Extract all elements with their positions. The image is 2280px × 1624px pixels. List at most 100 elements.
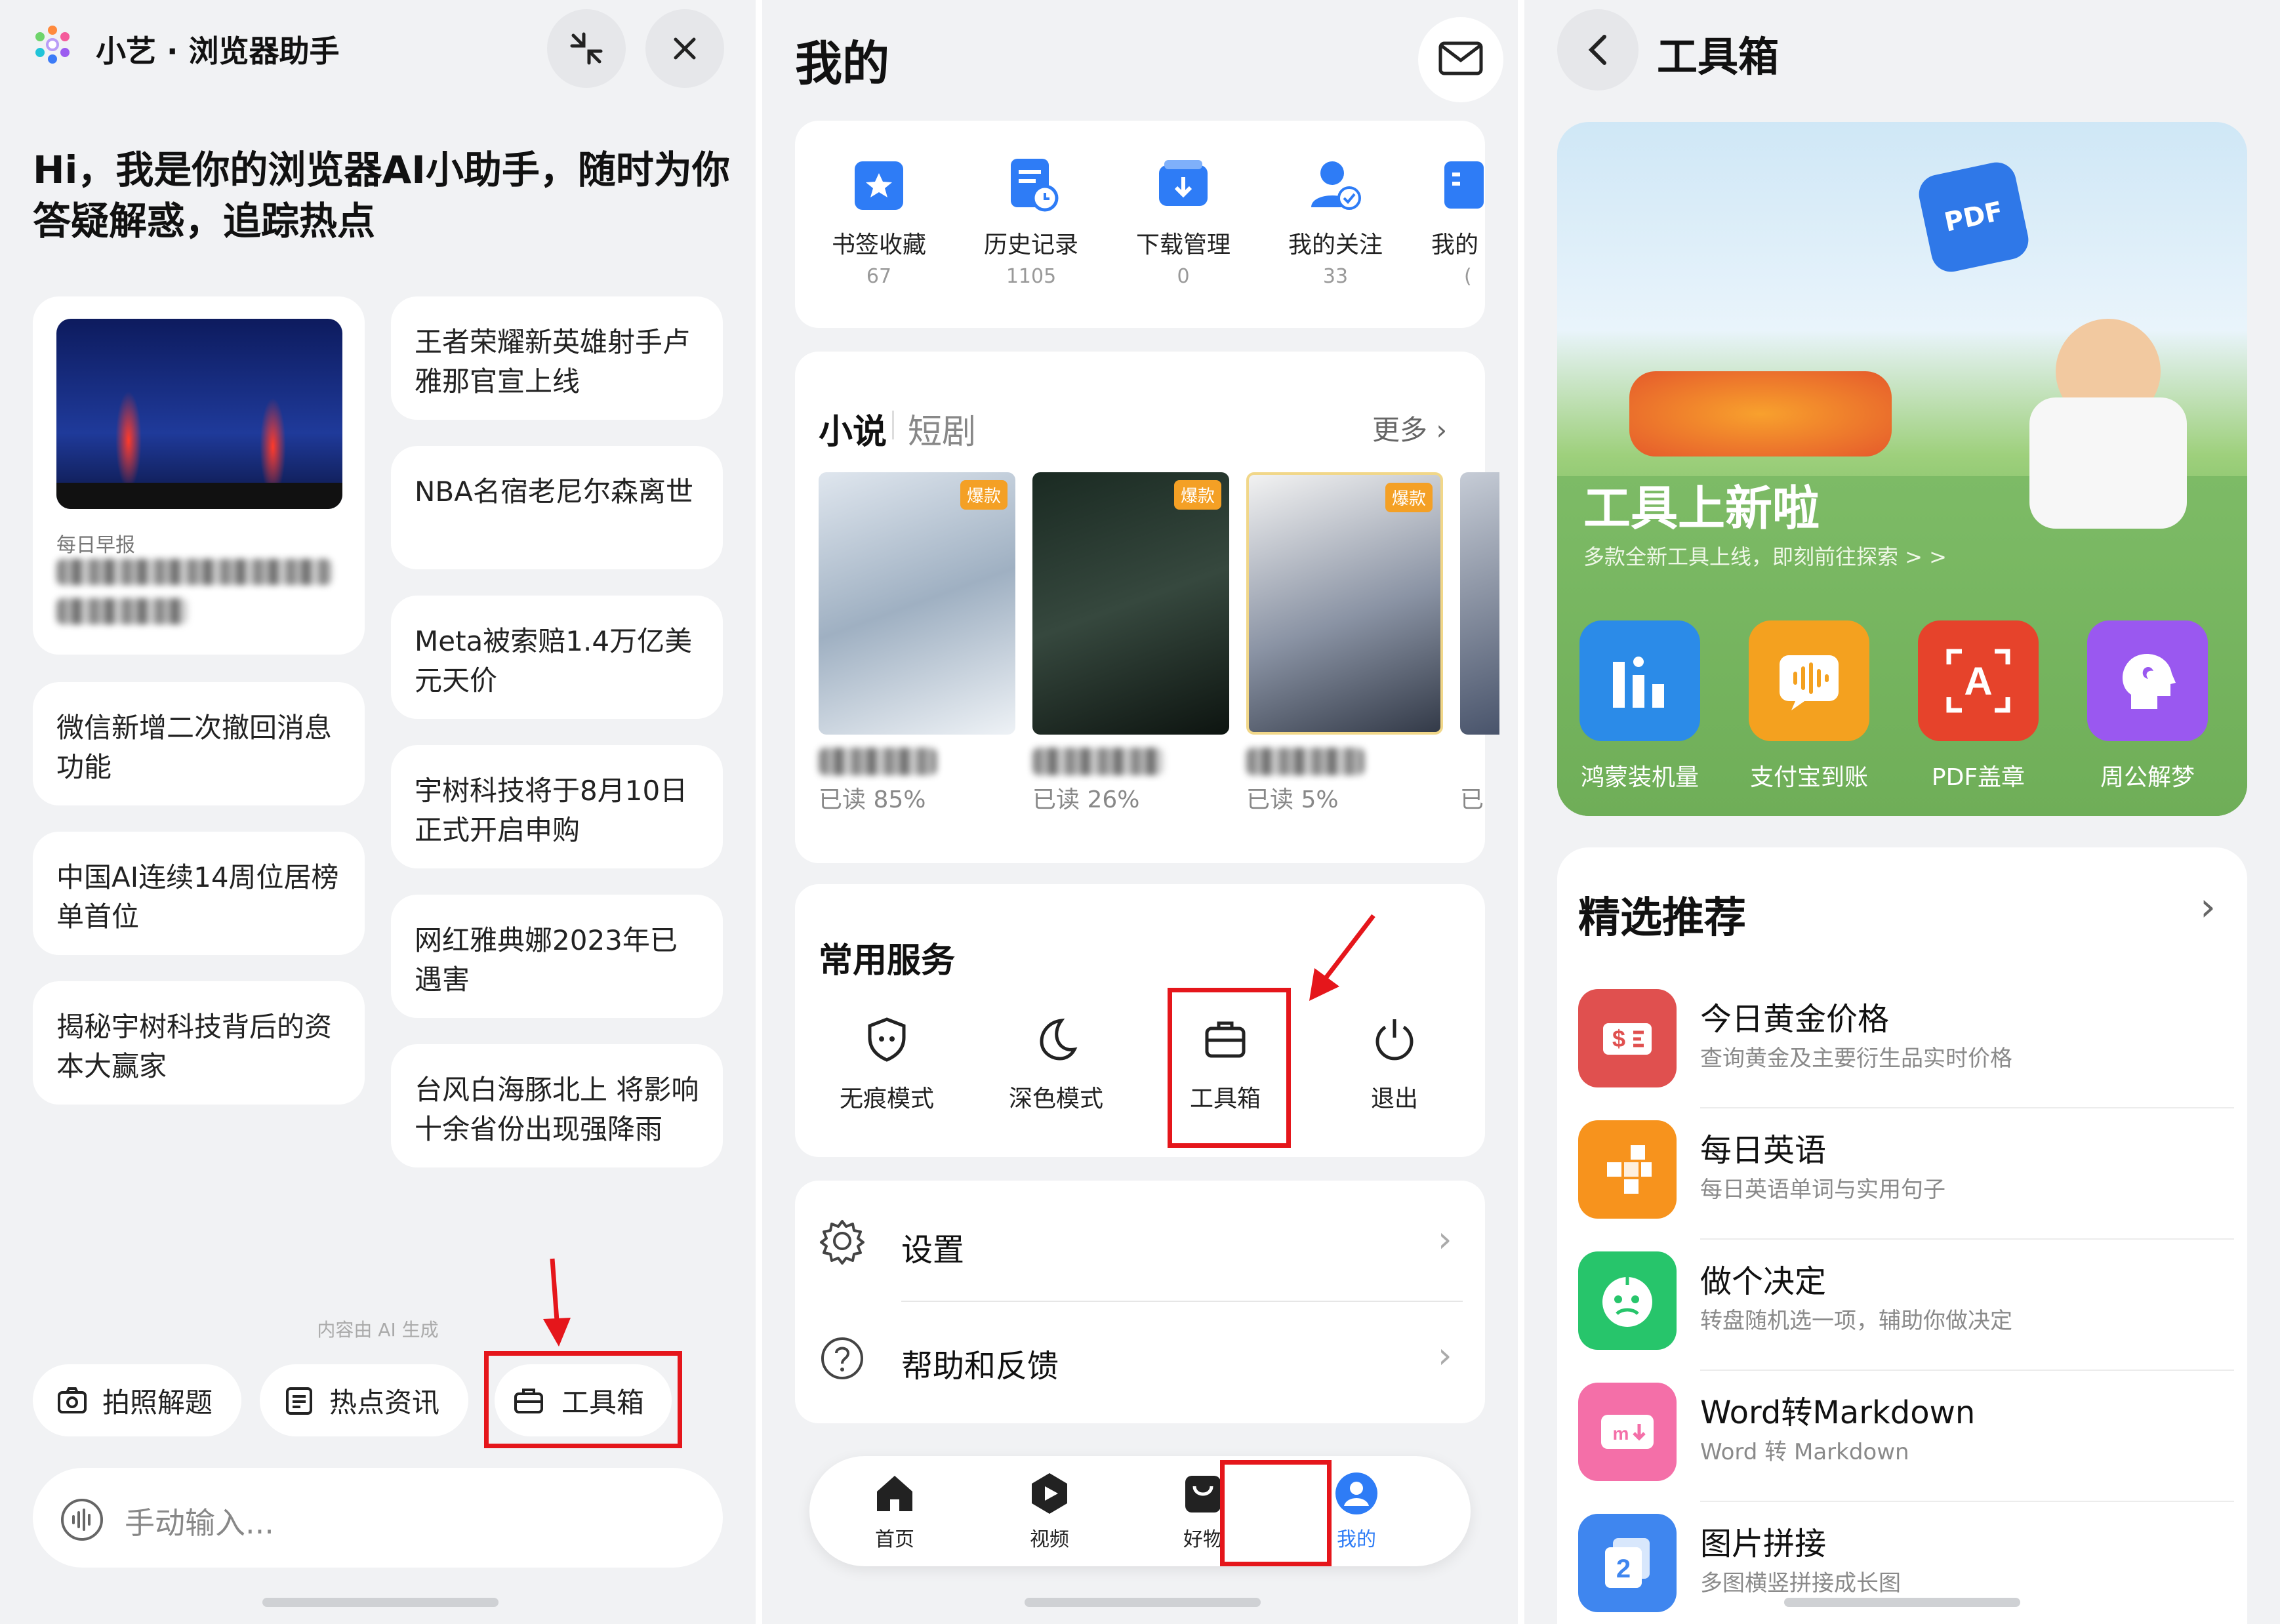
service-label: 退出	[1370, 1086, 1418, 1112]
read-progress: 已读 5%	[1246, 786, 1339, 813]
news-card[interactable]: Meta被索赔1.4万亿美元天价	[391, 596, 723, 719]
novel-cover: 爆款	[1246, 472, 1443, 735]
manual-input-field[interactable]: 手动输入...	[33, 1468, 723, 1568]
red-arrow-icon	[1309, 914, 1375, 1001]
hot-news-button[interactable]: 热点资讯	[260, 1364, 468, 1436]
quick-bookmarks[interactable]: 书签收藏 67	[813, 155, 945, 288]
close-button[interactable]	[645, 9, 724, 88]
messages-button[interactable]	[1418, 17, 1503, 102]
daily-report-image	[56, 319, 342, 509]
nav-home[interactable]: 首页	[849, 1471, 941, 1552]
services-title: 常用服务	[819, 941, 956, 981]
rec-item-decision[interactable]: 做个决定 转盘随机选一项，辅助你做决定	[1578, 1240, 2234, 1371]
banner-subtitle[interactable]: 多款全新工具上线，即刻前往探索 > >	[1583, 540, 1947, 571]
news-card[interactable]: 王者荣耀新英雄射手卢雅那官宣上线	[391, 296, 723, 420]
tool-pdf-stamp[interactable]: A PDF盖章	[1913, 620, 2044, 792]
more-link[interactable]: 更多 ›	[1372, 408, 1447, 448]
novel-cover	[1460, 472, 1499, 735]
quick-downloads[interactable]: 下载管理 0	[1118, 155, 1249, 288]
quick-count: 67	[866, 265, 892, 288]
tool-label: 鸿蒙装机量	[1580, 764, 1699, 791]
rec-subtitle: 查询黄金及主要衍生品实时价格	[1700, 1045, 2012, 1072]
tab-short-drama[interactable]: 短剧	[908, 404, 976, 453]
novel-item[interactable]: 爆款 已读 5%	[1246, 472, 1443, 815]
novel-item[interactable]: 爆款 已读 26%	[1032, 472, 1229, 815]
news-card[interactable]: 网红雅典娜2023年已遇害	[391, 895, 723, 1018]
rec-item-gold-price[interactable]: $ 今日黄金价格 查询黄金及主要衍生品实时价格	[1578, 977, 2234, 1108]
chevron-right-icon[interactable]: ›	[2200, 884, 2216, 930]
quick-count: 33	[1322, 265, 1349, 288]
camera-icon	[58, 1387, 87, 1413]
daily-report-card[interactable]: 每日早报	[33, 296, 365, 655]
highlight-box	[1168, 988, 1291, 1148]
quick-following[interactable]: 我的关注 33	[1270, 155, 1401, 288]
chevron-right-icon: ›	[1436, 414, 1448, 446]
news-title: 微信新增二次撤回消息功能	[56, 712, 333, 783]
menu-settings[interactable]: 设置 ›	[795, 1181, 1485, 1302]
back-arrow-icon	[1588, 35, 1606, 65]
home-indicator	[1784, 1598, 2020, 1607]
tool-label: 周公解梦	[2100, 764, 2195, 791]
rec-subtitle: 多图横竖拼接成长图	[1700, 1570, 1901, 1596]
quick-label: 历史记录	[983, 232, 1078, 258]
news-card[interactable]: 微信新增二次撤回消息功能	[33, 682, 365, 805]
ai-note: 内容由 AI 生成	[317, 1319, 439, 1341]
rec-item-daily-english[interactable]: 每日英语 每日英语单词与实用句子	[1578, 1108, 2234, 1240]
pdf-float-icon: PDF	[1915, 159, 2032, 275]
news-card[interactable]: 揭秘宇树科技背后的资本大赢家	[33, 981, 365, 1105]
news-title: NBA名宿老尼尔森离世	[415, 476, 693, 508]
history-icon	[1011, 159, 1059, 212]
input-placeholder: 手动输入...	[125, 1505, 274, 1541]
download-icon	[1159, 160, 1208, 206]
novel-item[interactable]: 爆款 已读 85%	[819, 472, 1015, 815]
hot-badge: 爆款	[960, 480, 1008, 510]
svg-text:2: 2	[1616, 1554, 1631, 1583]
news-title: 宇树科技将于8月10日正式开启申购	[415, 775, 688, 846]
mail-icon	[1438, 41, 1483, 75]
blurred-title	[1246, 748, 1364, 775]
tool-alipay-voice[interactable]: 支付宝到账	[1743, 620, 1875, 792]
video-play-icon	[1032, 1473, 1067, 1514]
back-button[interactable]	[1557, 9, 1639, 91]
promo-banner[interactable]: PDF 工具上新啦 多款全新工具上线，即刻前往探索 > > 鸿蒙装机量 支付宝到…	[1557, 122, 2247, 816]
nav-video[interactable]: 视频	[1004, 1471, 1095, 1552]
rec-subtitle: 转盘随机选一项，辅助你做决定	[1700, 1308, 2012, 1334]
voice-wave-icon	[1749, 620, 1869, 741]
quick-history[interactable]: 历史记录 1105	[966, 155, 1097, 288]
recommend-card: 精选推荐 › $ 今日黄金价格 查询黄金及主要衍生品实时价格 每日英语 每日英语…	[1557, 847, 2247, 1624]
hot-badge: 爆款	[1385, 483, 1433, 512]
news-card[interactable]: 中国AI连续14周位居榜单首位	[33, 832, 365, 955]
girl-illustration-body	[2029, 397, 2187, 529]
blocks-icon	[1578, 1120, 1677, 1219]
toolbox-panel: 工具箱 PDF 工具上新啦 多款全新工具上线，即刻前往探索 > > 鸿蒙装机量 …	[1524, 0, 2280, 1624]
service-dark-mode[interactable]: 深色模式	[977, 1015, 1135, 1114]
page-title: 工具箱	[1657, 33, 1780, 81]
collapse-button[interactable]	[547, 9, 626, 88]
photo-solve-button[interactable]: 拍照解题	[33, 1364, 241, 1436]
home-indicator	[1025, 1598, 1261, 1607]
price-tag-icon: $	[1578, 989, 1677, 1087]
image-stitch-icon: 2	[1578, 1514, 1677, 1612]
shopping-bag-icon	[1185, 1476, 1221, 1512]
rec-item-word-markdown[interactable]: m Word转Markdown Word 转 Markdown	[1578, 1371, 2234, 1502]
quick-access-card: 书签收藏 67 历史记录 1105 下载管理 0 我的关注 33 我的 (	[795, 121, 1485, 328]
news-title: 网红雅典娜2023年已遇害	[415, 924, 678, 996]
tool-dream-interpretation[interactable]: 周公解梦	[2082, 620, 2213, 792]
tab-novel[interactable]: 小说	[819, 404, 887, 453]
news-card[interactable]: 台风白海豚北上 将影响十余省份出现强降雨	[391, 1044, 723, 1167]
service-exit[interactable]: 退出	[1316, 1015, 1473, 1114]
novel-cover: 爆款	[1032, 472, 1229, 735]
tool-harmony-installs[interactable]: 鸿蒙装机量	[1574, 620, 1705, 792]
quick-count: 0	[1177, 265, 1190, 288]
quick-more[interactable]: 我的 (	[1412, 155, 1490, 288]
service-incognito[interactable]: 无痕模式	[808, 1015, 966, 1114]
novel-item[interactable]: 已	[1460, 472, 1499, 815]
chevron-right-icon: ›	[1438, 1335, 1452, 1376]
menu-help[interactable]: 帮助和反馈 ›	[795, 1302, 1485, 1423]
rec-title: 图片拼接	[1700, 1526, 1827, 1562]
voice-wave-icon[interactable]	[59, 1497, 105, 1543]
quick-label: 我的	[1431, 232, 1479, 258]
news-card[interactable]: NBA名宿老尼尔森离世	[391, 446, 723, 569]
news-card[interactable]: 宇树科技将于8月10日正式开启申购	[391, 745, 723, 868]
pdf-stamp-icon: A	[1918, 620, 2039, 741]
